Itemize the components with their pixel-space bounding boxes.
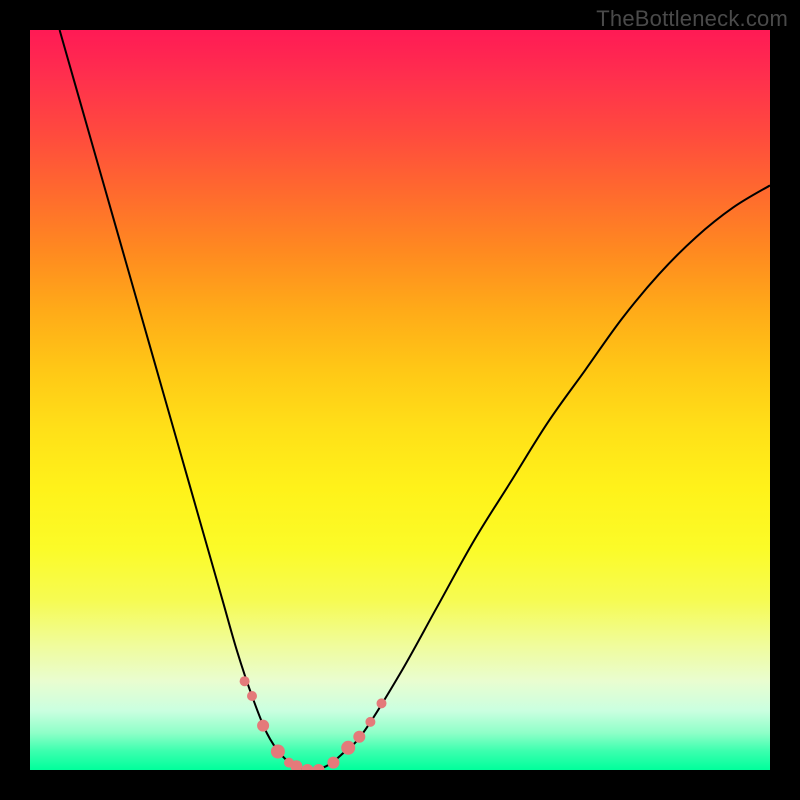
highlight-marker [302,764,314,770]
highlight-marker [377,698,387,708]
highlight-marker [327,757,339,769]
highlight-marker [353,731,365,743]
watermark-label: TheBottleneck.com [596,6,788,32]
bottleneck-curve [60,30,770,770]
highlight-markers [240,676,387,770]
highlight-marker [247,691,257,701]
highlight-marker [365,717,375,727]
highlight-marker [240,676,250,686]
highlight-marker [271,745,285,759]
highlight-marker [313,764,325,770]
highlight-marker [341,741,355,755]
curve-svg [30,30,770,770]
plot-area [30,30,770,770]
chart-frame: TheBottleneck.com [0,0,800,800]
highlight-marker [257,720,269,732]
